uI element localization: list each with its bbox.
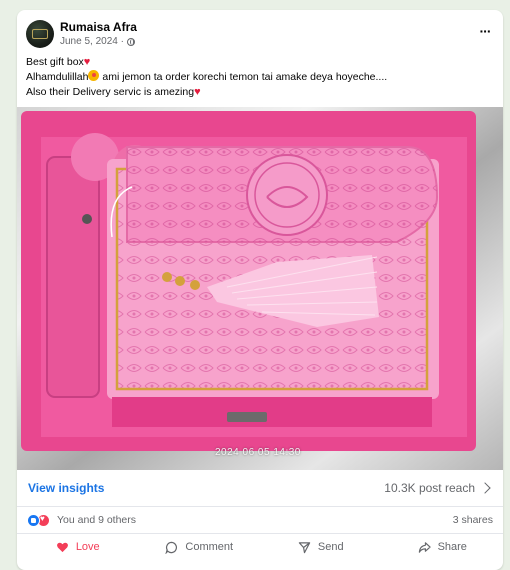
gift-box-image xyxy=(17,107,503,470)
send-button[interactable]: Send xyxy=(260,534,382,560)
avatar[interactable] xyxy=(26,20,54,48)
like-reaction-icon xyxy=(27,514,40,527)
send-icon xyxy=(298,541,311,553)
actions-bar: Love Comment Send Share xyxy=(17,534,503,560)
reaction-icons[interactable] xyxy=(27,514,50,527)
chevron-right-icon xyxy=(479,482,491,494)
heart-emoji-icon: ♥ xyxy=(194,86,201,98)
comment-label: Comment xyxy=(185,541,234,553)
love-label: Love xyxy=(75,541,100,553)
view-insights-link[interactable]: View insights xyxy=(28,481,104,495)
globe-icon xyxy=(126,37,135,46)
share-icon xyxy=(418,541,431,553)
comment-icon xyxy=(165,541,178,554)
avatar-image xyxy=(32,29,48,39)
love-button[interactable]: Love xyxy=(17,534,139,560)
share-label: Share xyxy=(437,541,467,553)
post-reach-value: 10.3K post reach xyxy=(384,481,475,495)
photo-timestamp: 2024 06 05 14:30 xyxy=(215,447,301,458)
post-photo[interactable]: 2024 06 05 14:30 xyxy=(17,107,503,470)
share-button[interactable]: Share xyxy=(382,534,504,560)
send-label: Send xyxy=(317,541,344,553)
post-text-line-2: Alhamdulillah ami jemon ta order korechi… xyxy=(26,70,388,83)
post-text-line-1: Best gift box♥ xyxy=(26,56,91,68)
comment-button[interactable]: Comment xyxy=(139,534,261,560)
post-meta: June 5, 2024 · xyxy=(60,36,135,47)
heart-icon xyxy=(56,542,68,552)
reactions-bar: You and 9 others 3 shares xyxy=(17,507,503,534)
post-date[interactable]: June 5, 2024 · xyxy=(60,36,124,47)
shares-count[interactable]: 3 shares xyxy=(453,514,493,526)
author-name[interactable]: Rumaisa Afra xyxy=(60,20,137,34)
more-options-button[interactable]: ··· xyxy=(475,23,495,39)
post-text: Best gift box♥ Alhamdulillah ami jemon t… xyxy=(26,55,486,100)
heart-emoji-icon: ♥ xyxy=(83,56,91,68)
post-card: Rumaisa Afra June 5, 2024 · ··· Best gif… xyxy=(17,10,503,570)
post-reach-link[interactable]: 10.3K post reach xyxy=(384,481,491,495)
post-header: Rumaisa Afra June 5, 2024 · ··· xyxy=(17,10,503,58)
insights-bar: View insights 10.3K post reach xyxy=(17,470,503,507)
blush-emoji-icon xyxy=(88,70,100,81)
reactions-summary[interactable]: You and 9 others xyxy=(57,514,136,526)
post-text-line-3: Also their Delivery servic is amezing♥ xyxy=(26,86,201,98)
